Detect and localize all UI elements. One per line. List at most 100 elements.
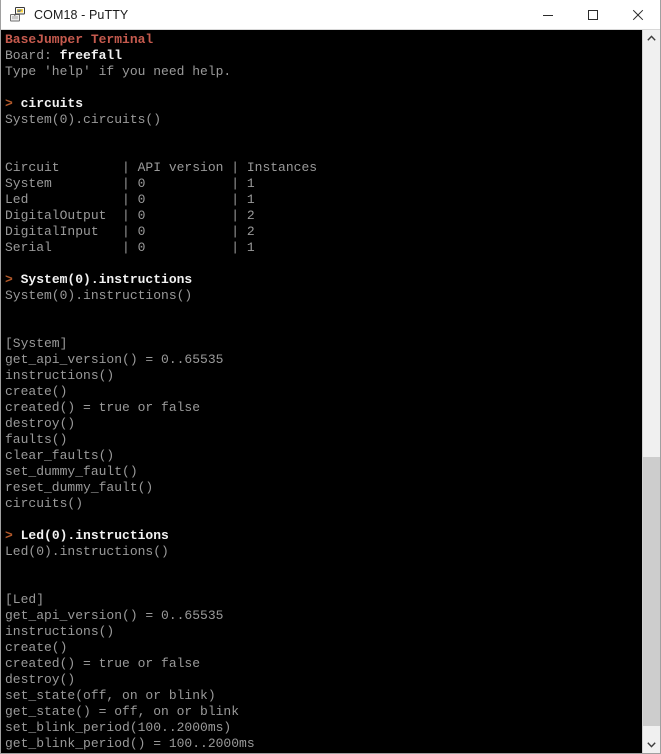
table-row-text: Led | 0 | 1 xyxy=(5,192,255,207)
instruction-text: set_blink_period(100..2000ms) xyxy=(5,720,232,735)
instruction-text: get_api_version() = 0..65535 xyxy=(5,352,224,367)
board-label: Board: xyxy=(5,48,60,63)
minimize-button[interactable] xyxy=(525,0,570,29)
terminal-screen[interactable]: BaseJumper Terminal Board: freefall Type… xyxy=(1,30,642,753)
chevron-up-icon xyxy=(647,35,656,41)
table-row-text: DigitalInput | 0 | 2 xyxy=(5,224,255,239)
window-controls xyxy=(525,0,660,29)
table-row-text: DigitalOutput | 0 | 2 xyxy=(5,208,255,223)
scroll-up-button[interactable] xyxy=(643,30,660,47)
instruction-text: created() = true or false xyxy=(5,656,201,671)
prompt-symbol: > xyxy=(5,96,21,111)
instruction-text: get_state() = off, on or blink xyxy=(5,704,240,719)
instruction-text: instructions() xyxy=(5,368,115,383)
instruction-text: set_state(off, on or blink) xyxy=(5,688,216,703)
list-item: set_blink_period(100..2000ms) xyxy=(5,720,642,736)
prompt-symbol: > xyxy=(5,528,21,543)
list-item: destroy() xyxy=(5,672,642,688)
table-row: DigitalInput | 0 | 2 xyxy=(5,224,642,240)
maximize-button[interactable] xyxy=(570,0,615,29)
chevron-down-icon xyxy=(647,742,656,748)
echo-text: Led(0).instructions() xyxy=(5,544,169,559)
list-item: get_state() = off, on or blink xyxy=(5,704,642,720)
terminal-body: BaseJumper Terminal Board: freefall Type… xyxy=(1,30,660,753)
instruction-text: get_api_version() = 0..65535 xyxy=(5,608,224,623)
echo-text: System(0).circuits() xyxy=(5,112,162,127)
led-block-heading: [Led] xyxy=(5,592,642,608)
close-button[interactable] xyxy=(615,0,660,29)
list-item: created() = true or false xyxy=(5,400,642,416)
board-name: freefall xyxy=(59,48,123,63)
table-header-text: Circuit | API version | Instances xyxy=(5,160,318,175)
instruction-text: created() = true or false xyxy=(5,400,201,415)
instruction-text: create() xyxy=(5,384,68,399)
instruction-text: clear_faults() xyxy=(5,448,115,463)
minimize-icon xyxy=(542,14,553,16)
instruction-text: set_dummy_fault() xyxy=(5,464,138,479)
list-item: faults() xyxy=(5,432,642,448)
list-item: circuits() xyxy=(5,496,642,512)
window-title: COM18 - PuTTY xyxy=(34,7,129,22)
list-item: create() xyxy=(5,384,642,400)
instruction-text: reset_dummy_fault() xyxy=(5,480,154,495)
list-item: get_api_version() = 0..65535 xyxy=(5,352,642,368)
list-item: instructions() xyxy=(5,624,642,640)
instruction-text: destroy() xyxy=(5,416,76,431)
scrollbar-track[interactable] xyxy=(643,47,660,736)
echo-line-circuits: System(0).circuits() xyxy=(5,112,642,128)
instruction-text: get_blink_period() = 100..2000ms xyxy=(5,736,255,751)
echo-text: System(0).instructions() xyxy=(5,288,193,303)
command-line-circuits: > circuits xyxy=(5,96,642,112)
table-row: DigitalOutput | 0 | 2 xyxy=(5,208,642,224)
list-item: reset_dummy_fault() xyxy=(5,480,642,496)
list-item: get_api_version() = 0..65535 xyxy=(5,608,642,624)
instruction-text: faults() xyxy=(5,432,68,447)
title-bar[interactable]: COM18 - PuTTY xyxy=(1,0,660,30)
scroll-down-button[interactable] xyxy=(643,736,660,753)
list-item: created() = true or false xyxy=(5,656,642,672)
system-block-heading: [System] xyxy=(5,336,642,352)
scrollbar-thumb[interactable] xyxy=(643,456,660,726)
banner-title: BaseJumper Terminal xyxy=(5,32,154,47)
maximize-icon xyxy=(587,9,598,20)
banner-help-line: Type 'help' if you need help. xyxy=(5,64,642,80)
list-item: destroy() xyxy=(5,416,642,432)
list-item: clear_faults() xyxy=(5,448,642,464)
command-line-led-instructions: > Led(0).instructions xyxy=(5,528,642,544)
list-item: set_dummy_fault() xyxy=(5,464,642,480)
putty-app-icon xyxy=(9,6,27,24)
instruction-text: create() xyxy=(5,640,68,655)
putty-window: COM18 - PuTTY BaseJumper Terminal Board:… xyxy=(0,0,661,754)
help-hint: Type 'help' if you need help. xyxy=(5,64,232,79)
echo-line-led-instructions: Led(0).instructions() xyxy=(5,544,642,560)
table-row: System | 0 | 1 xyxy=(5,176,642,192)
instruction-text: instructions() xyxy=(5,624,115,639)
command-text: circuits xyxy=(20,96,84,111)
table-row-text: System | 0 | 1 xyxy=(5,176,255,191)
vertical-scrollbar[interactable] xyxy=(642,30,660,753)
led-heading-text: [Led] xyxy=(5,592,45,607)
list-item: instructions() xyxy=(5,368,642,384)
prompt-symbol: > xyxy=(5,272,21,287)
banner-board-line: Board: freefall xyxy=(5,48,642,64)
list-item: set_state(off, on or blink) xyxy=(5,688,642,704)
instruction-text: circuits() xyxy=(5,496,84,511)
circuits-table-header: Circuit | API version | Instances xyxy=(5,160,642,176)
close-icon xyxy=(632,9,643,20)
list-item: get_blink_period() = 100..2000ms xyxy=(5,736,642,752)
command-text: Led(0).instructions xyxy=(20,528,169,543)
table-row: Serial | 0 | 1 xyxy=(5,240,642,256)
instruction-text: destroy() xyxy=(5,672,76,687)
banner-title-line: BaseJumper Terminal xyxy=(5,32,642,48)
command-line-system-instructions: > System(0).instructions xyxy=(5,272,642,288)
